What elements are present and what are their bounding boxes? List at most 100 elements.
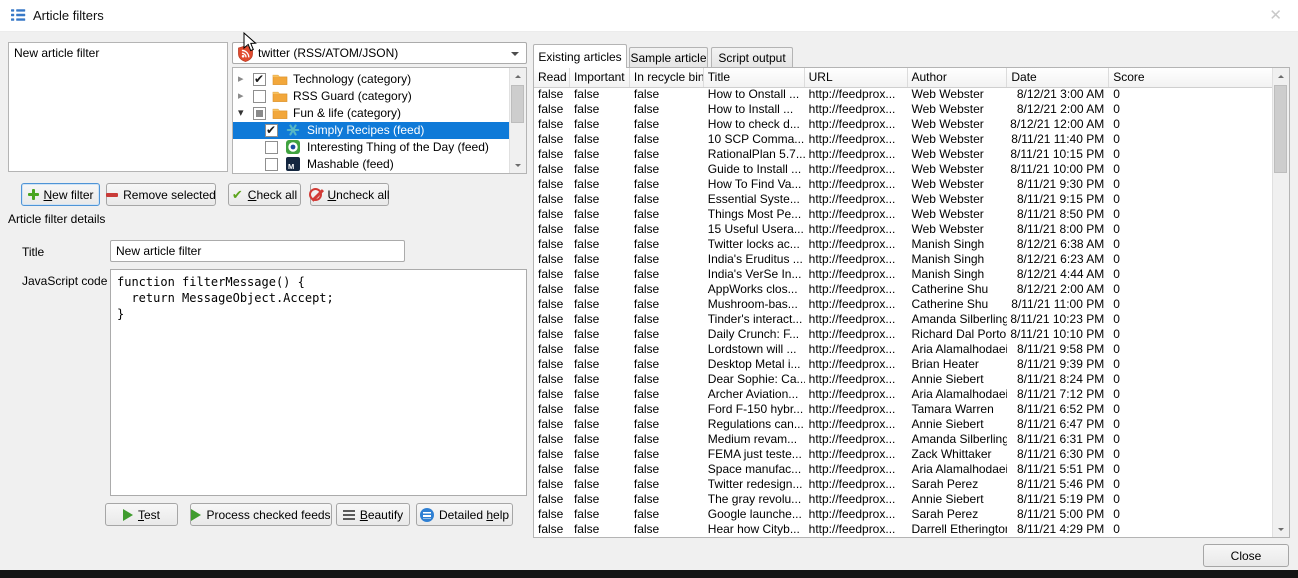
- checkbox-unchecked[interactable]: [265, 158, 278, 171]
- column-header-title[interactable]: Title: [704, 68, 805, 87]
- cell: false: [630, 162, 704, 177]
- table-row[interactable]: falsefalsefalseDaily Crunch: F...http://…: [534, 327, 1273, 342]
- cell: 10 SCP Comma...: [704, 132, 805, 147]
- tab-sample-article[interactable]: Sample article: [629, 47, 708, 68]
- remove-selected-button[interactable]: Remove selected: [106, 183, 216, 206]
- feeds-tree-scrollbar[interactable]: [509, 68, 526, 173]
- table-row[interactable]: falsefalsefalseGoogle launche...http://f…: [534, 507, 1273, 522]
- scroll-down-icon[interactable]: [510, 157, 526, 173]
- cell: http://feedprox...: [805, 372, 908, 387]
- new-filter-button[interactable]: New filter: [21, 183, 100, 206]
- checkbox-unchecked[interactable]: [265, 141, 278, 154]
- cell: false: [570, 447, 630, 462]
- cell: Web Webster: [908, 102, 1008, 117]
- table-row[interactable]: falsefalsefalseDear Sophie: Ca...http://…: [534, 372, 1273, 387]
- cell: false: [534, 87, 570, 102]
- scroll-up-icon[interactable]: [510, 68, 526, 84]
- table-row[interactable]: falsefalsefalseThings Most Pe...http://f…: [534, 207, 1273, 222]
- checkbox-partial[interactable]: [253, 107, 266, 120]
- test-button[interactable]: Test: [105, 503, 178, 526]
- table-row[interactable]: falsefalsefalseHow to Install ...http://…: [534, 102, 1273, 117]
- table-row[interactable]: falsefalsefalse10 SCP Comma...http://fee…: [534, 132, 1273, 147]
- cell: Annie Siebert: [908, 492, 1008, 507]
- column-header-author[interactable]: Author: [908, 68, 1008, 87]
- table-row[interactable]: falsefalsefalseAppWorks clos...http://fe…: [534, 282, 1273, 297]
- cell: 0: [1109, 477, 1273, 492]
- cell: false: [570, 462, 630, 477]
- expand-arrow-icon[interactable]: ▸: [238, 71, 244, 88]
- checkbox-unchecked[interactable]: [253, 90, 266, 103]
- scrollbar-thumb[interactable]: [1274, 85, 1287, 173]
- table-row[interactable]: falsefalsefalseFEMA just teste...http://…: [534, 447, 1273, 462]
- cell: false: [534, 207, 570, 222]
- cell: false: [630, 177, 704, 192]
- tree-item[interactable]: Interesting Thing of the Day (feed): [233, 139, 509, 156]
- collapse-arrow-icon[interactable]: ▾: [238, 105, 244, 122]
- table-row[interactable]: falsefalsefalseMushroom-bas...http://fee…: [534, 297, 1273, 312]
- tree-item[interactable]: ▸RSS Guard (category): [233, 88, 509, 105]
- checkbox-checked[interactable]: [253, 73, 266, 86]
- table-row[interactable]: falsefalsefalseIndia's VerSe In...http:/…: [534, 267, 1273, 282]
- table-row[interactable]: falsefalsefalseHow to check d...http://f…: [534, 117, 1273, 132]
- table-row[interactable]: falsefalsefalseRegulations can...http://…: [534, 417, 1273, 432]
- tab-script-output[interactable]: Script output: [711, 47, 793, 68]
- cell: false: [534, 162, 570, 177]
- table-row[interactable]: falsefalsefalseThe gray revolu...http://…: [534, 492, 1273, 507]
- tab-existing-articles[interactable]: Existing articles: [533, 44, 627, 68]
- beautify-button[interactable]: Beautify: [336, 503, 410, 526]
- table-row[interactable]: falsefalsefalseRationalPlan 5.7...http:/…: [534, 147, 1273, 162]
- table-row[interactable]: falsefalsefalseHow To Find Va...http://f…: [534, 177, 1273, 192]
- cell: 8/11/21 5:19 PM: [1007, 492, 1109, 507]
- tree-item[interactable]: ▸Technology (category): [233, 71, 509, 88]
- checkbox-checked[interactable]: [265, 124, 278, 137]
- table-row[interactable]: falsefalsefalseTinder's interact...http:…: [534, 312, 1273, 327]
- cell: false: [570, 507, 630, 522]
- detailed-help-button[interactable]: Detailed help: [416, 503, 513, 526]
- tree-item[interactable]: Simply Recipes (feed): [233, 122, 509, 139]
- table-row[interactable]: falsefalsefalseArcher Aviation...http://…: [534, 387, 1273, 402]
- filter-list-item[interactable]: New article filter: [9, 43, 227, 63]
- column-header-in-recycle-bin[interactable]: In recycle bin: [630, 68, 704, 87]
- table-scrollbar[interactable]: [1272, 68, 1289, 537]
- cell: 15 Useful Usera...: [704, 222, 805, 237]
- cell: false: [534, 342, 570, 357]
- table-row[interactable]: falsefalsefalseDesktop Metal i...http://…: [534, 357, 1273, 372]
- table-row[interactable]: falsefalsefalse15 Useful Usera...http://…: [534, 222, 1273, 237]
- column-header-important[interactable]: Important: [570, 68, 630, 87]
- tree-item[interactable]: MMashable (feed): [233, 156, 509, 173]
- tree-item[interactable]: ▾Fun & life (category): [233, 105, 509, 122]
- account-dropdown[interactable]: twitter (RSS/ATOM/JSON): [232, 42, 527, 64]
- column-header-read[interactable]: Read: [534, 68, 570, 87]
- column-header-score[interactable]: Score: [1109, 68, 1273, 87]
- table-row[interactable]: falsefalsefalseHow to Onstall ...http://…: [534, 87, 1273, 102]
- table-row[interactable]: falsefalsefalseHear how Cityb...http://f…: [534, 522, 1273, 536]
- expand-arrow-icon[interactable]: ▸: [238, 88, 244, 105]
- table-row[interactable]: falsefalsefalseMedium revam...http://fee…: [534, 432, 1273, 447]
- cell: false: [534, 522, 570, 536]
- close-icon[interactable]: ✕: [1269, 6, 1282, 24]
- table-row[interactable]: falsefalsefalseEssential Syste...http://…: [534, 192, 1273, 207]
- table-row[interactable]: falsefalsefalseGuide to Install ...http:…: [534, 162, 1273, 177]
- table-row[interactable]: falsefalsefalseFord F-150 hybr...http://…: [534, 402, 1273, 417]
- table-row[interactable]: falsefalsefalseLordstown will ...http://…: [534, 342, 1273, 357]
- table-row[interactable]: falsefalsefalseSpace manufac...http://fe…: [534, 462, 1273, 477]
- process-checked-feeds-button[interactable]: Process checked feeds: [190, 503, 332, 526]
- cell: false: [570, 192, 630, 207]
- close-button[interactable]: Close: [1203, 544, 1289, 567]
- cell: false: [534, 327, 570, 342]
- uncheck-all-button[interactable]: Uncheck all: [310, 183, 389, 206]
- column-header-url[interactable]: URL: [805, 68, 908, 87]
- table-row[interactable]: falsefalsefalseTwitter redesign...http:/…: [534, 477, 1273, 492]
- cell: false: [570, 117, 630, 132]
- cell: false: [630, 147, 704, 162]
- column-header-date[interactable]: Date: [1007, 68, 1109, 87]
- scroll-up-icon[interactable]: [1273, 68, 1289, 84]
- scroll-down-icon[interactable]: [1273, 521, 1289, 537]
- javascript-code-editor[interactable]: function filterMessage() { return Messag…: [110, 269, 527, 496]
- scrollbar-thumb[interactable]: [511, 85, 524, 123]
- title-input[interactable]: [110, 240, 405, 262]
- table-row[interactable]: falsefalsefalseTwitter locks ac...http:/…: [534, 237, 1273, 252]
- table-row[interactable]: falsefalsefalseIndia's Eruditus ...http:…: [534, 252, 1273, 267]
- check-all-button[interactable]: ✔Check all: [228, 183, 301, 206]
- cell: 8/11/21 7:12 PM: [1007, 387, 1109, 402]
